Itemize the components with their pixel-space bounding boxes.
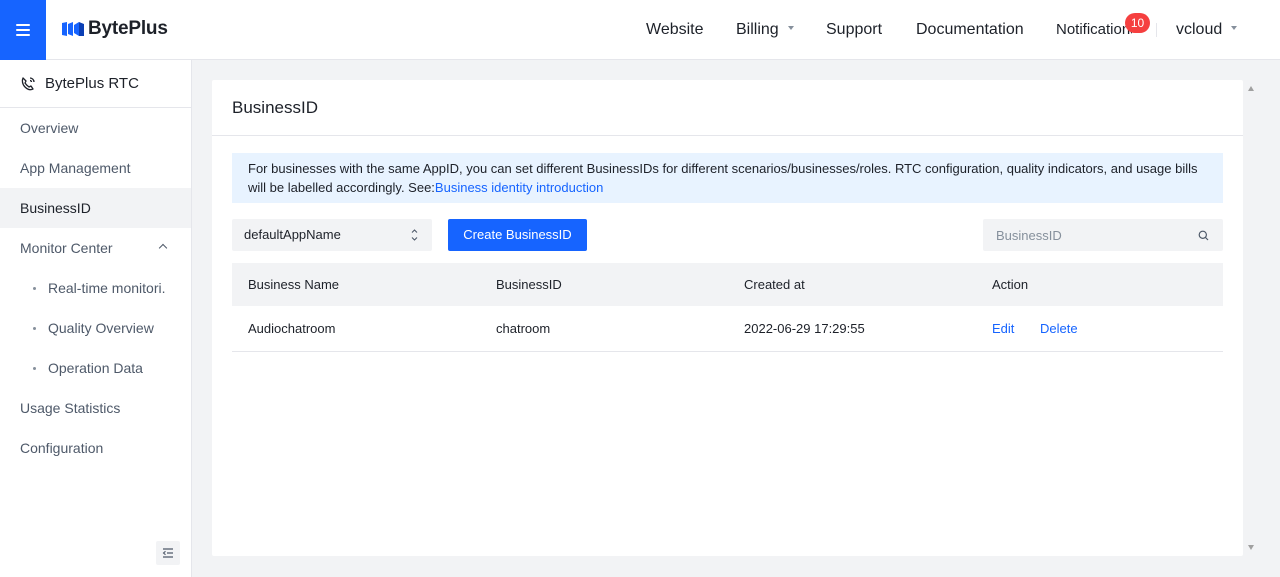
menu-toggle-button[interactable] xyxy=(0,0,46,60)
column-header-action: Action xyxy=(992,277,1029,292)
scroll-up-arrow-icon[interactable] xyxy=(1248,86,1254,91)
collapse-menu-icon xyxy=(162,548,173,558)
sidebar-collapse-button[interactable] xyxy=(156,541,180,565)
user-name: vcloud xyxy=(1176,21,1223,38)
sidebar-item-label: Usage Statistics xyxy=(20,400,121,416)
caret-down-icon xyxy=(787,25,794,30)
sort-updown-icon xyxy=(411,229,418,241)
user-menu[interactable]: vcloud xyxy=(1176,21,1238,39)
nav-website[interactable]: Website xyxy=(646,21,704,39)
sidebar-product-header: BytePlus RTC xyxy=(0,60,191,108)
column-header-created-at: Created at xyxy=(744,277,805,292)
top-bar: BytePlus Website Billing Support Documen… xyxy=(0,0,1280,60)
info-text: For businesses with the same AppID, you … xyxy=(248,161,1198,195)
nav-notifications[interactable]: Notifications xyxy=(1056,21,1132,38)
sidebar-item-usage-statistics[interactable]: Usage Statistics xyxy=(0,388,191,428)
table-row: Audiochatroom chatroom 2022-06-29 17:29:… xyxy=(232,306,1223,352)
column-header-businessid: BusinessID xyxy=(496,277,562,292)
info-banner: For businesses with the same AppID, you … xyxy=(232,153,1223,203)
scroll-down-arrow-icon[interactable] xyxy=(1248,545,1254,550)
sidebar-item-label: Overview xyxy=(20,120,79,136)
sidebar-item-label: Monitor Center xyxy=(20,240,113,256)
info-link[interactable]: Business identity introduction xyxy=(435,180,603,195)
businessid-table: Business Name BusinessID Created at Acti… xyxy=(232,263,1223,352)
cell-business-name: Audiochatroom xyxy=(248,321,336,336)
sidebar-item-operation-data[interactable]: Operation Data xyxy=(0,348,191,388)
notification-badge: 10 xyxy=(1125,13,1150,33)
search-box xyxy=(983,219,1223,251)
sidebar-item-realtime-monitoring[interactable]: Real-time monitori. xyxy=(0,268,191,308)
byteplus-logo-icon xyxy=(62,22,84,36)
page-title: BusinessID xyxy=(212,80,1243,136)
brand-name: BytePlus xyxy=(88,18,168,39)
create-businessid-button[interactable]: Create BusinessID xyxy=(448,219,587,251)
sidebar-item-label: App Management xyxy=(20,160,131,176)
edit-link[interactable]: Edit xyxy=(992,306,1014,352)
sidebar: BytePlus RTC Overview App Management Bus… xyxy=(0,60,192,577)
sidebar-item-businessid[interactable]: BusinessID xyxy=(0,188,191,228)
sidebar-item-overview[interactable]: Overview xyxy=(0,108,191,148)
app-select-value: defaultAppName xyxy=(244,227,341,242)
hamburger-icon xyxy=(16,24,30,36)
table-header: Business Name BusinessID Created at Acti… xyxy=(232,263,1223,306)
column-header-business-name: Business Name xyxy=(248,277,340,292)
nav-divider xyxy=(1156,23,1157,37)
rtc-icon xyxy=(21,76,35,90)
sidebar-item-label: BusinessID xyxy=(20,200,91,216)
app-select[interactable]: defaultAppName xyxy=(232,219,432,251)
sidebar-item-label: Real-time monitori. xyxy=(48,280,166,296)
sidebar-item-label: Configuration xyxy=(20,440,104,456)
cell-businessid: chatroom xyxy=(496,321,551,336)
delete-link[interactable]: Delete xyxy=(1040,306,1078,352)
chevron-up-icon xyxy=(158,243,168,253)
sidebar-item-label: Operation Data xyxy=(48,360,143,376)
sidebar-item-label: Quality Overview xyxy=(48,320,154,336)
nav-billing-label: Billing xyxy=(736,21,779,38)
cell-created-at: 2022-06-29 17:29:55 xyxy=(744,321,865,336)
scrollbar[interactable] xyxy=(1243,80,1259,556)
nav-documentation[interactable]: Documentation xyxy=(916,21,1024,39)
search-input[interactable] xyxy=(983,219,1183,251)
sidebar-item-quality-overview[interactable]: Quality Overview xyxy=(0,308,191,348)
brand-logo[interactable]: BytePlus xyxy=(62,17,168,41)
main-card: BusinessID For businesses with the same … xyxy=(212,80,1243,556)
search-icon[interactable] xyxy=(1198,230,1209,241)
sidebar-item-app-management[interactable]: App Management xyxy=(0,148,191,188)
sidebar-item-configuration[interactable]: Configuration xyxy=(0,428,191,468)
nav-billing[interactable]: Billing xyxy=(736,21,794,39)
nav-support[interactable]: Support xyxy=(826,21,882,39)
caret-down-icon xyxy=(1231,25,1238,30)
sidebar-item-monitor-center[interactable]: Monitor Center xyxy=(0,228,191,268)
sidebar-product-title: BytePlus RTC xyxy=(45,75,139,92)
